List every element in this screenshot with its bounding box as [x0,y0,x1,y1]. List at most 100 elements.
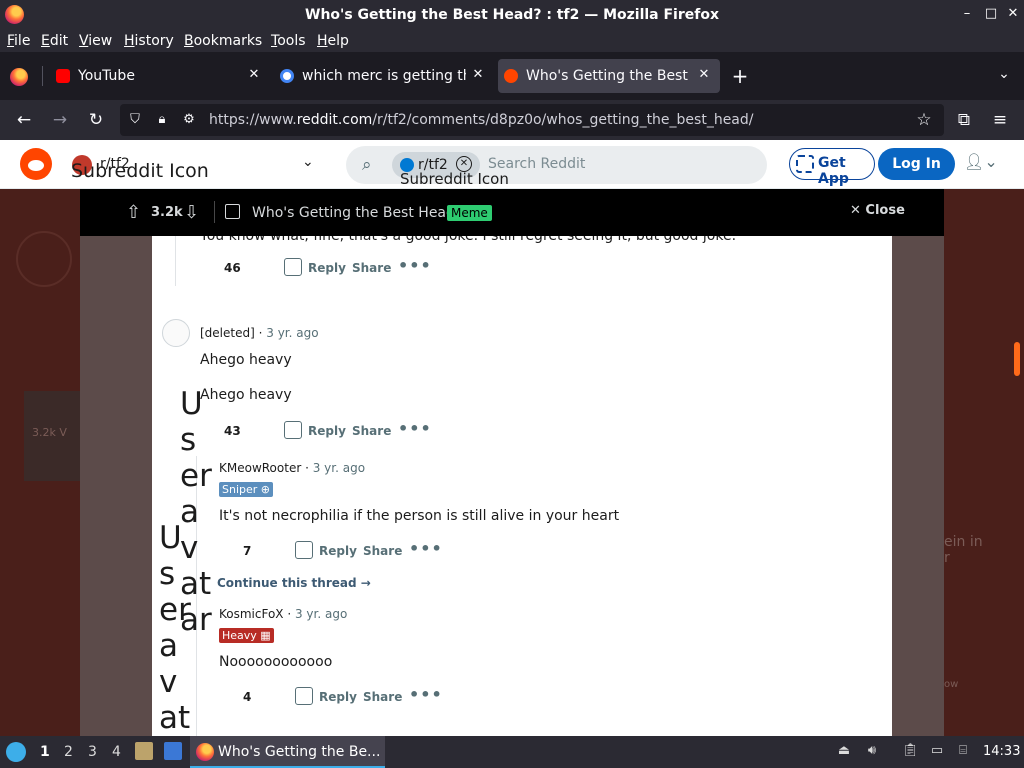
vote-count: 43 [224,424,241,438]
tab-label: which merc is getting the [302,68,466,84]
menu-bookmarks[interactable]: Bookmarks [184,33,262,49]
reply-icon[interactable] [295,541,313,559]
more-options-icon[interactable]: ••• [398,419,432,438]
extensions-icon[interactable]: ⧉ [952,108,976,132]
tab-google-search[interactable]: which merc is getting the ✕ [274,59,494,93]
continue-thread-link[interactable]: Continue this thread → [217,576,371,590]
user-menu-icon[interactable]: 👤︎⌄ [964,152,1008,176]
reply-icon[interactable] [284,421,302,439]
menu-view[interactable]: View [79,33,112,49]
shield-icon[interactable]: ⛉ [127,112,143,128]
taskbar-firefox-task[interactable]: Who's Getting the Be... [190,736,385,768]
minimize-button[interactable]: – [958,5,976,23]
reply-button[interactable]: Reply [319,544,357,558]
menu-tools[interactable]: Tools [271,33,306,49]
task-label: Who's Getting the Be... [218,744,381,760]
reply-icon[interactable] [295,687,313,705]
permissions-icon[interactable]: ⚙ [181,112,197,128]
url-text[interactable]: https://www.reddit.com/r/tf2/comments/d8… [209,112,754,128]
search-input[interactable]: Search Reddit [488,156,585,172]
share-button[interactable]: Share [352,261,391,275]
image-post-icon [225,204,240,219]
post-flair-badge[interactable]: Meme [447,205,492,221]
file-manager-icon[interactable] [135,742,153,760]
tab-reddit[interactable]: Who's Getting the Best H ✕ [498,59,720,93]
comment-age[interactable]: 3 yr. ago [266,326,318,340]
more-options-icon[interactable]: ••• [409,685,443,704]
comment-body: It's not necrophilia if the person is st… [219,508,620,524]
forward-button[interactable]: → [48,108,72,132]
header-divider [214,201,215,223]
qr-code-icon [796,155,814,173]
vote-count: 46 [224,261,241,275]
maximize-button[interactable]: □ [982,5,1000,23]
reload-button[interactable]: ↻ [84,108,108,132]
start-menu-icon[interactable] [6,742,26,762]
window-titlebar: Who's Getting the Best Head? : tf2 — Moz… [0,0,1024,30]
menu-file[interactable]: File [7,33,30,49]
share-button[interactable]: Share [352,424,391,438]
thread-line [175,236,176,286]
background-avatar [16,231,72,287]
menu-edit[interactable]: Edit [41,33,68,49]
more-options-icon[interactable]: ••• [398,256,432,275]
comment-body: You know what, fine, that's a good joke.… [200,236,737,244]
back-button[interactable]: ← [12,108,36,132]
upvote-icon[interactable]: ⇧ [126,202,141,223]
downvote-icon[interactable]: ⇩ [184,202,199,223]
search-chip-alt-text: Subreddit Icon [400,170,509,188]
system-taskbar: 1 2 3 4 Who's Getting the Be... ⏏ 🔊︎ 📋︎ … [0,736,1024,768]
workspace-2[interactable]: 2 [64,744,73,760]
more-options-icon[interactable]: ••• [409,539,443,558]
login-button[interactable]: Log In [878,148,955,180]
flair-label: Heavy [222,629,257,642]
reply-button[interactable]: Reply [319,690,357,704]
page-scrollbar-thumb[interactable] [1014,342,1020,376]
chevron-down-icon[interactable]: ⌄ [302,154,314,170]
app-menu-icon[interactable]: ≡ [988,108,1012,132]
comment-age[interactable]: 3 yr. ago [313,461,365,475]
share-button[interactable]: Share [363,544,402,558]
bookmark-star-icon[interactable]: ☆ [916,110,932,130]
post-title[interactable]: Who's Getting the Best Head? [252,205,462,221]
close-modal-button[interactable]: ✕ Close [850,203,905,218]
list-all-tabs-icon[interactable]: ⌄ [994,66,1014,86]
menu-help[interactable]: Help [317,33,349,49]
tray-upload-icon[interactable]: ⏏ [836,743,852,759]
comment-author[interactable]: KosmicFoX [219,607,284,621]
comment-age[interactable]: 3 yr. ago [295,607,347,621]
reply-button[interactable]: Reply [308,424,346,438]
search-bar[interactable]: ⌕ r/tf2 ✕ Subreddit Icon Search Reddit [346,146,767,188]
url-bar[interactable]: ⛉ 🔒︎ ⚙ https://www.reddit.com/r/tf2/comm… [120,104,944,136]
tab-youtube[interactable]: YouTube ✕ [50,59,270,93]
workspace-1[interactable]: 1 [40,744,50,760]
display-icon[interactable]: ▭ [929,743,945,759]
share-button[interactable]: Share [363,690,402,704]
terminal-icon[interactable] [164,742,182,760]
tab-close-icon[interactable]: ✕ [470,67,486,83]
tab-close-icon[interactable]: ✕ [246,67,262,83]
get-app-button[interactable]: Get App [789,148,875,187]
avatar[interactable] [162,319,190,347]
workspace-4[interactable]: 4 [112,744,121,760]
tab-separator [42,66,43,86]
clipboard-icon[interactable]: 📋︎ [902,743,919,759]
workspace-3[interactable]: 3 [88,744,97,760]
new-tab-button[interactable]: + [730,64,750,88]
comment-meta: [deleted] · 3 yr. ago [200,326,319,340]
firefox-view-icon[interactable] [10,68,28,86]
close-window-button[interactable]: ✕ [1004,5,1022,23]
reply-button[interactable]: Reply [308,261,346,275]
background-left-panel [80,189,152,736]
reply-icon[interactable] [284,258,302,276]
tab-close-icon[interactable]: ✕ [696,67,712,83]
network-icon[interactable]: ⌸ [955,743,971,759]
user-avatar-alt-text: User avatar [159,520,191,768]
volume-icon[interactable]: 🔊︎ [864,743,880,759]
comment-actions: 43 Reply Share ••• [224,419,431,443]
lock-icon[interactable]: 🔒︎ [154,112,170,128]
menu-bar: File Edit View History Bookmarks Tools H… [0,30,1024,52]
reddit-logo-icon[interactable] [20,148,52,180]
comment-author[interactable]: KMeowRooter [219,461,301,475]
menu-history[interactable]: History [124,33,174,49]
